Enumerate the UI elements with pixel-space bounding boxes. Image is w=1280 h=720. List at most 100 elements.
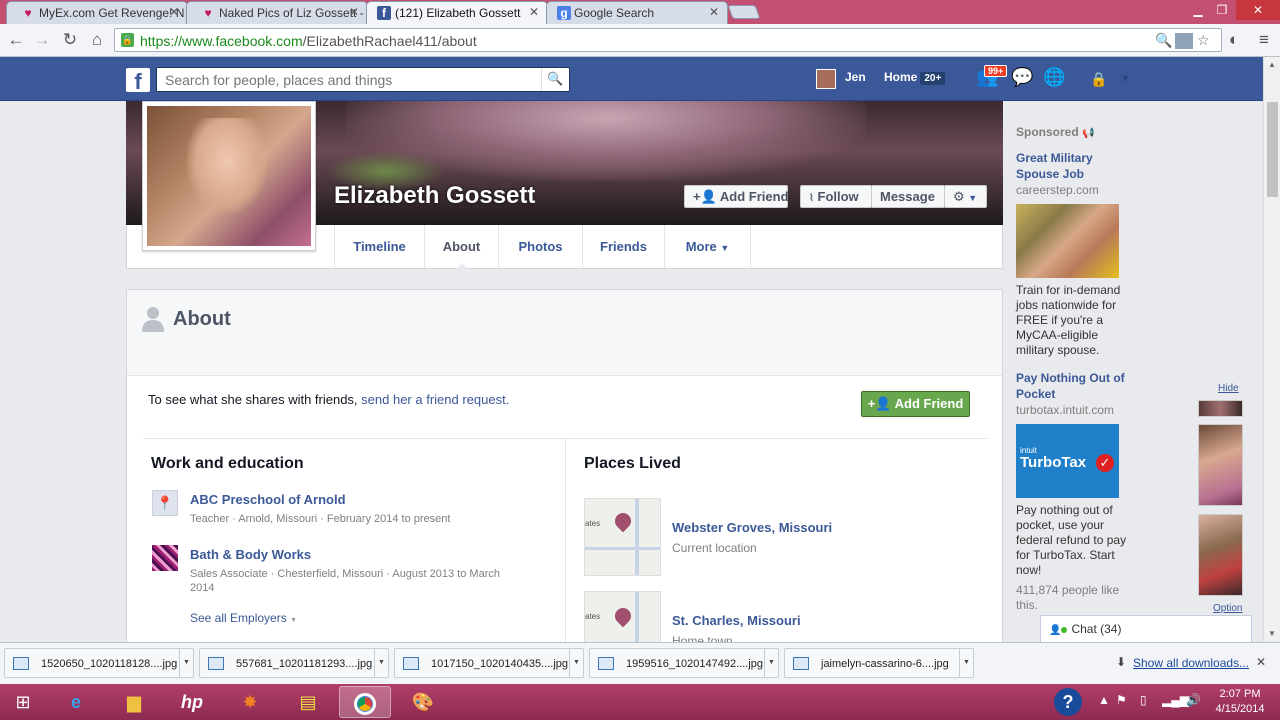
- friend-request-link[interactable]: send her a friend request.: [361, 392, 509, 407]
- map-road: [635, 499, 639, 575]
- chrome-logo-icon: [354, 693, 376, 716]
- browser-tab[interactable]: g Google Search ✕: [546, 1, 728, 24]
- show-all-downloads-link[interactable]: Show all downloads...: [1133, 656, 1249, 670]
- download-item[interactable]: jaimelyn-cassarino-6....jpg ▼: [784, 648, 974, 678]
- battery-icon[interactable]: ▯: [1140, 693, 1147, 707]
- close-icon[interactable]: ✕: [1256, 655, 1266, 669]
- chevron-down-icon[interactable]: ▼: [179, 649, 193, 677]
- chat-bar[interactable]: 👤 Chat (34): [1040, 615, 1252, 642]
- restore-icon[interactable]: ❐: [1210, 0, 1234, 20]
- close-window-icon[interactable]: ✕: [1236, 0, 1280, 20]
- privacy-icon[interactable]: 🔒: [1090, 71, 1107, 88]
- close-icon[interactable]: ✕: [349, 5, 359, 19]
- zoom-icon[interactable]: 🔍: [1155, 32, 1172, 49]
- browser-tab[interactable]: ♥ Naked Pics of Liz Gossett - ✕: [186, 1, 368, 24]
- profile-picture[interactable]: [142, 101, 316, 251]
- tab-about[interactable]: About: [424, 225, 498, 269]
- ad-body: Train for in-demand jobs nationwide for …: [1016, 283, 1121, 357]
- download-item[interactable]: 1520650_1020118128....jpg ▼: [4, 648, 194, 678]
- close-icon[interactable]: ✕: [709, 5, 719, 19]
- message-button[interactable]: Message: [871, 185, 945, 208]
- home-link[interactable]: Home 20+: [884, 70, 946, 85]
- hp-icon[interactable]: hp: [166, 686, 218, 718]
- home-icon[interactable]: ⌂: [87, 30, 107, 50]
- media-icon[interactable]: ▤: [282, 686, 334, 718]
- app-icon[interactable]: ✸: [224, 686, 276, 718]
- download-filename: 1959516_1020147492....jpg: [626, 658, 764, 670]
- scroll-thumb[interactable]: [1267, 102, 1278, 197]
- new-tab-button[interactable]: [727, 5, 761, 19]
- place-name[interactable]: St. Charles, Missouri: [672, 613, 801, 628]
- close-icon[interactable]: ✕: [529, 5, 539, 19]
- back-icon[interactable]: ←: [6, 30, 26, 50]
- download-item[interactable]: 1959516_1020147492....jpg ▼: [589, 648, 779, 678]
- tab-timeline[interactable]: Timeline: [334, 225, 424, 268]
- ad-image[interactable]: [1016, 204, 1119, 278]
- tray-arrow-icon[interactable]: ▲: [1098, 693, 1110, 707]
- extension-icon[interactable]: [1175, 33, 1193, 49]
- url-text[interactable]: https://www.facebook.com/ElizabethRachae…: [140, 33, 477, 49]
- follow-button[interactable]: ⌇ Follow: [800, 185, 872, 208]
- ad-title[interactable]: Pay Nothing Out of Pocket: [1016, 370, 1136, 402]
- settings-button[interactable]: ⚙ ▼: [944, 185, 987, 208]
- browser-tab[interactable]: ♥ MyEx.com Get Revenge! N ✕: [6, 1, 188, 24]
- file-explorer-icon[interactable]: ▆: [108, 686, 160, 718]
- search-icon[interactable]: 🔍: [541, 68, 569, 91]
- add-friend-button[interactable]: +👤 Add Friend: [684, 185, 789, 208]
- employer-name[interactable]: ABC Preschool of Arnold: [190, 492, 346, 507]
- network-icon[interactable]: ▂▄▆: [1162, 693, 1189, 707]
- chevron-down-icon[interactable]: ▼: [764, 649, 778, 677]
- chat-thumbnail[interactable]: [1198, 424, 1243, 506]
- messages-icon[interactable]: 💬: [1011, 67, 1033, 88]
- facebook-logo[interactable]: f: [126, 68, 150, 92]
- employer-name[interactable]: Bath & Body Works: [190, 547, 311, 562]
- flag-icon[interactable]: ⚑: [1116, 693, 1127, 707]
- add-friend-green-button[interactable]: +👤 Add Friend: [861, 391, 970, 417]
- volume-icon[interactable]: 🔊: [1186, 693, 1201, 707]
- settings-arrow-icon[interactable]: ▼: [1120, 73, 1131, 85]
- scroll-down-icon[interactable]: ▼: [1268, 629, 1276, 638]
- ad-title[interactable]: Great Military Spouse Job: [1016, 150, 1126, 182]
- hide-link[interactable]: Hide: [1218, 383, 1239, 394]
- globe-icon[interactable]: 🌐: [1043, 67, 1065, 88]
- ad-domain[interactable]: careerstep.com: [1016, 183, 1099, 197]
- address-bar[interactable]: 🔒 https://www.facebook.com/ElizabethRach…: [114, 28, 1222, 52]
- download-filename: jaimelyn-cassarino-6....jpg: [821, 658, 949, 670]
- extension-circle-icon[interactable]: ◐: [1224, 30, 1244, 50]
- tab-more[interactable]: More ▼: [664, 225, 751, 268]
- download-item[interactable]: 557681_10201181293....jpg ▼: [199, 648, 389, 678]
- star-icon[interactable]: ☆: [1197, 32, 1210, 49]
- download-item[interactable]: 1017150_1020140435....jpg ▼: [394, 648, 584, 678]
- paint-icon[interactable]: 🎨: [397, 686, 449, 718]
- profile-link[interactable]: Jen: [845, 70, 866, 84]
- chevron-down-icon[interactable]: ▼: [374, 649, 388, 677]
- windows-start-icon[interactable]: ⊞: [0, 686, 46, 718]
- clock[interactable]: 2:07 PM 4/15/2014: [1210, 687, 1270, 717]
- reload-icon[interactable]: ↻: [60, 30, 80, 50]
- menu-icon[interactable]: ≡: [1254, 30, 1274, 50]
- help-icon[interactable]: ?: [1054, 688, 1082, 716]
- scroll-up-icon[interactable]: ▲: [1268, 60, 1276, 69]
- avatar[interactable]: [816, 69, 836, 89]
- chevron-down-icon[interactable]: ▼: [959, 649, 973, 677]
- tab-friends[interactable]: Friends: [582, 225, 664, 268]
- place-name[interactable]: Webster Groves, Missouri: [672, 520, 832, 535]
- option-link[interactable]: Option: [1213, 603, 1242, 614]
- chat-thumbnail[interactable]: [1198, 514, 1243, 596]
- chrome-icon[interactable]: [339, 686, 391, 718]
- internet-explorer-icon[interactable]: e: [50, 686, 102, 718]
- search-input[interactable]: [157, 68, 537, 91]
- page-scrollbar[interactable]: ▲ ▼: [1263, 57, 1280, 642]
- see-all-employers-link[interactable]: See all Employers ▼: [190, 611, 297, 625]
- map-thumbnail[interactable]: ates: [584, 498, 661, 576]
- forward-icon[interactable]: →: [32, 30, 52, 50]
- profile-name[interactable]: Elizabeth Gossett: [334, 182, 535, 210]
- minimize-icon[interactable]: ▁: [1186, 0, 1210, 20]
- chat-thumbnail[interactable]: [1198, 400, 1243, 417]
- chevron-down-icon[interactable]: ▼: [569, 649, 583, 677]
- tab-photos[interactable]: Photos: [498, 225, 582, 268]
- turbotax-ad-image[interactable]: intuit TurboTax ✓: [1016, 424, 1119, 498]
- ad-domain[interactable]: turbotax.intuit.com: [1016, 403, 1114, 417]
- close-icon[interactable]: ✕: [169, 5, 179, 19]
- browser-tab-active[interactable]: f (121) Elizabeth Gossett ✕: [366, 1, 548, 24]
